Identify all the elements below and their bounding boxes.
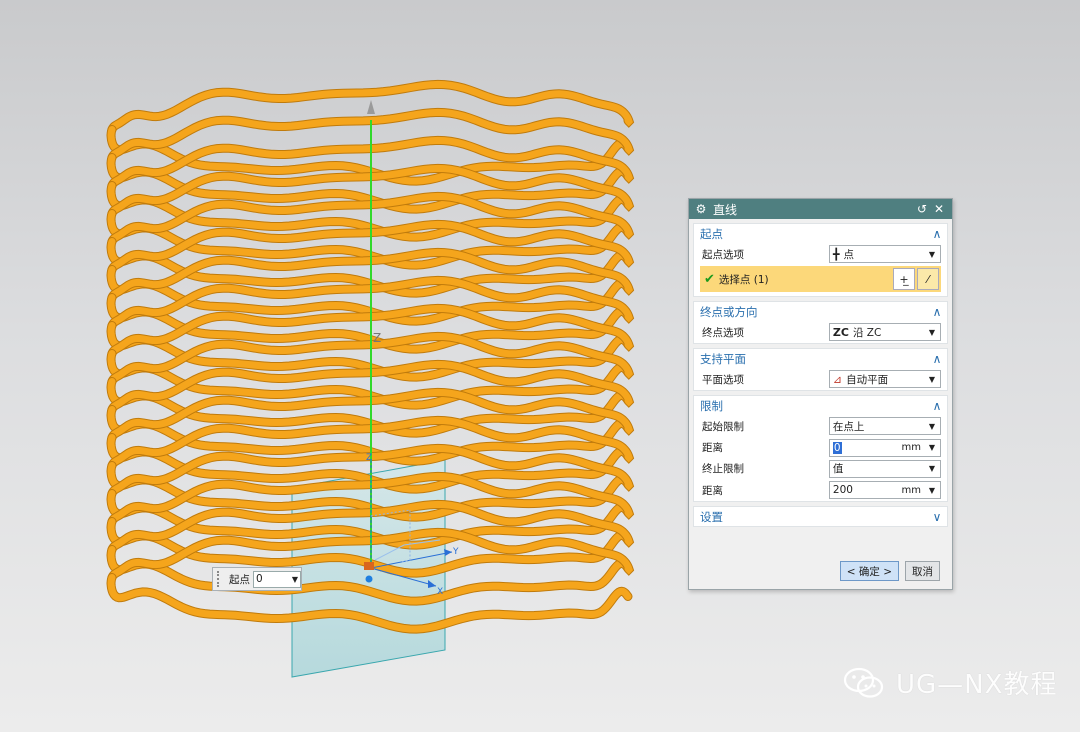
plane-section-title: 支持平面 (700, 351, 746, 366)
ok-button[interactable]: < 确定 > (839, 561, 899, 581)
start-section: 起点 ∧ 起点选项 ╋ 点 ▼ ✔ 选择点 (1) +̲ ⁄ (693, 223, 948, 297)
start-limit-value: 在点上 (832, 420, 865, 433)
start-option-value: 点 (843, 248, 855, 261)
end-section-title: 终点或方向 (700, 304, 758, 319)
triad-x-label: X (437, 587, 443, 597)
z-axis-arrowhead (367, 100, 375, 114)
chevron-up-icon: ∧ (932, 304, 942, 319)
chevron-down-icon: ▼ (291, 574, 298, 584)
start-option-row: 起点选项 ╋ 点 ▼ (694, 243, 947, 265)
reset-icon[interactable]: ↺ (915, 202, 929, 216)
end-option-label: 终点选项 (702, 326, 744, 339)
plane-option-label: 平面选项 (702, 373, 744, 386)
start-section-title: 起点 (700, 226, 723, 241)
start-point-marker[interactable] (365, 575, 373, 583)
start-option-label: 起点选项 (702, 248, 744, 261)
end-option-value: 沿 ZC (852, 326, 882, 339)
gear-icon: ⚙ (695, 202, 707, 216)
start-widget-label: 起点 (229, 573, 250, 586)
plus-cross-icon: ╋ (832, 247, 840, 261)
distance1-input[interactable]: 0 mm ▼ (828, 438, 941, 457)
chevron-down-icon: ▼ (928, 464, 936, 473)
line-dialog: ⚙ 直线 ↺ ✕ 起点 ∧ 起点选项 ╋ 点 ▼ ✔ 选择点 (1) +̲ ⁄ … (688, 198, 953, 590)
distance1-value: 0 (832, 441, 842, 454)
end-limit-value: 值 (832, 463, 844, 475)
start-limit-row: 起始限制 在点上 ▼ (694, 415, 947, 437)
cancel-button[interactable]: 取消 (905, 561, 940, 581)
limits-section: 限制 ∧ 起始限制 在点上 ▼ 距离 0 mm ▼ 终止限制 值 ▼ 距离 20… (693, 395, 948, 502)
distance1-label: 距离 (702, 442, 723, 454)
chevron-down-icon: ▼ (928, 249, 936, 259)
dialog-title: 直线 (713, 202, 738, 217)
start-limit-dropdown[interactable]: 在点上 ▼ (828, 417, 941, 435)
chevron-up-icon: ∧ (932, 398, 942, 413)
select-point-label: 选择点 (1) (718, 273, 769, 286)
zc-prefix: ZC (832, 325, 849, 339)
start-point-widget: 起点 0 ▼ (212, 567, 302, 591)
end-limit-label: 终止限制 (702, 463, 744, 475)
chevron-down-icon: ▼ (928, 443, 936, 452)
chevron-up-icon: ∧ (932, 226, 942, 241)
distance2-input[interactable]: 200 mm ▼ (828, 481, 941, 499)
plane-option-dropdown[interactable]: ⊿ 自动平面 ▼ (828, 370, 941, 388)
start-limit-label: 起始限制 (702, 420, 744, 433)
end-section: 终点或方向 ∧ 终点选项 ZC 沿 ZC ▼ (693, 301, 948, 344)
plane-option-row: 平面选项 ⊿ 自动平面 ▼ (694, 368, 947, 390)
settings-section-title: 设置 (700, 509, 723, 524)
start-widget-value: 0 (256, 573, 263, 585)
chevron-down-icon: ▼ (928, 421, 936, 431)
end-limit-row: 终止限制 值 ▼ (694, 458, 947, 479)
end-option-dropdown[interactable]: ZC 沿 ZC ▼ (828, 323, 941, 341)
chevron-up-icon: ∧ (932, 351, 942, 366)
chevron-down-icon: ∨ (932, 509, 942, 524)
inferred-point-button[interactable]: ⁄ (917, 268, 939, 290)
distance2-unit: mm (901, 484, 921, 496)
start-option-dropdown[interactable]: ╋ 点 ▼ (828, 245, 941, 263)
distance2-row: 距离 200 mm ▼ (694, 479, 947, 501)
plane-option-value: 自动平面 (846, 373, 889, 386)
watermark-text: UG—NX教程 (896, 670, 1058, 700)
start-section-header[interactable]: 起点 ∧ (694, 224, 947, 243)
start-widget-dropdown[interactable]: 0 ▼ (253, 570, 301, 588)
chevron-down-icon: ▼ (928, 374, 936, 384)
auto-plane-icon: ⊿ (832, 372, 843, 386)
end-option-row: 终点选项 ZC 沿 ZC ▼ (694, 321, 947, 343)
distance1-row: 距离 0 mm ▼ (694, 437, 947, 458)
triad-y-label: Y (452, 547, 459, 557)
limits-section-title: 限制 (700, 398, 723, 413)
triad-z-label: Z (366, 453, 372, 463)
point-plus-icon: +̲ (899, 272, 909, 286)
wechat-icon (843, 667, 884, 698)
limits-section-header[interactable]: 限制 ∧ (694, 396, 947, 415)
plane-section: 支持平面 ∧ 平面选项 ⊿ 自动平面 ▼ (693, 348, 948, 391)
chevron-down-icon: ▼ (928, 327, 936, 337)
distance2-label: 距离 (702, 484, 723, 497)
end-section-header[interactable]: 终点或方向 ∧ (694, 302, 947, 321)
point-dialog-button[interactable]: +̲ (893, 268, 915, 290)
distance2-value: 200 (832, 484, 853, 496)
dialog-titlebar[interactable]: ⚙ 直线 ↺ ✕ (689, 199, 952, 219)
settings-section: 设置 ∨ (693, 506, 948, 527)
checkmark-icon: ✔ (704, 271, 715, 287)
distance1-unit: mm (901, 442, 921, 453)
start-point-handle[interactable] (364, 562, 374, 570)
drag-grip[interactable] (217, 571, 223, 587)
settings-section-header[interactable]: 设置 ∨ (694, 507, 947, 526)
watermark: UG—NX教程 (842, 664, 1057, 701)
z-axis-label: Z (373, 331, 381, 345)
dialog-footer: < 确定 > 取消 (839, 561, 940, 581)
plane-section-header[interactable]: 支持平面 ∧ (694, 349, 947, 368)
select-point-row[interactable]: ✔ 选择点 (1) +̲ ⁄ (700, 266, 941, 292)
wand-icon: ⁄ (927, 272, 929, 286)
chevron-down-icon: ▼ (928, 485, 936, 495)
close-icon[interactable]: ✕ (932, 202, 946, 216)
end-limit-dropdown[interactable]: 值 ▼ (828, 459, 941, 478)
